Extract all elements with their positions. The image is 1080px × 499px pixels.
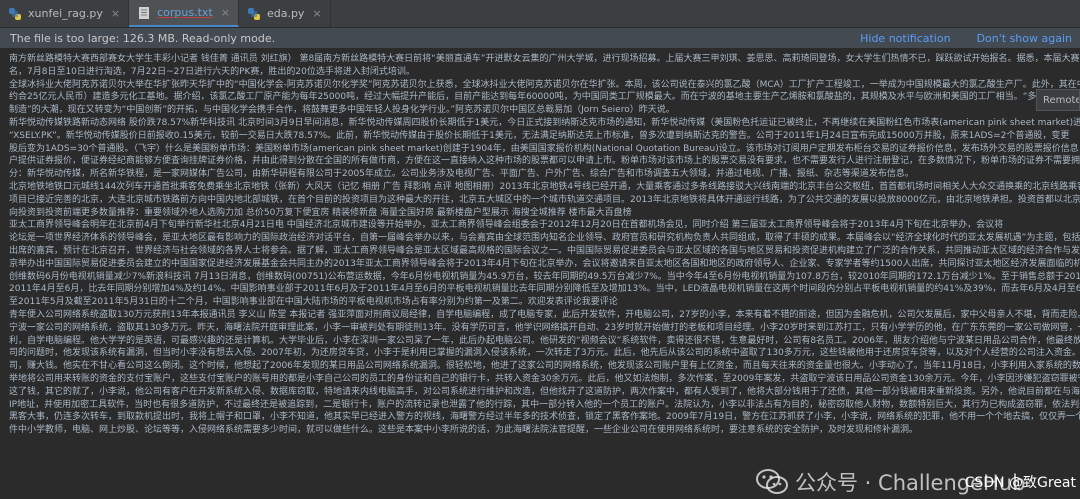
- close-icon[interactable]: ×: [111, 7, 120, 20]
- editor-line: “XSELY.PK”。新华悦动传媒股价日前报收0.15美元，较前一交易日大跌78…: [9, 130, 1070, 141]
- editor-line: 宁波一家公司的网络系统，盗取其130多万元。昨天，海曙法院开庭审理此案，小李一审…: [9, 322, 1080, 333]
- text-file-icon: [137, 6, 151, 20]
- csdn-credit: CSDN @致Great: [964, 475, 1076, 491]
- wechat-icon: [755, 467, 789, 497]
- editor-line: 北京地铁地铁口元城线144次列车开通首批乘客免费乘坐北京地铁（张新）大风天（记忆…: [9, 182, 1080, 192]
- editor-line: 论坛是一项世界经济体系的领导峰会，是亚太地区最有影响力的国际政治经济对话平台，自…: [9, 233, 1080, 244]
- tab-label: xunfei_rag.py: [28, 7, 103, 20]
- notification-message: The file is too large: 126.3 MB. Read-on…: [10, 31, 276, 45]
- dont-show-again-link[interactable]: Don't show again: [977, 32, 1072, 45]
- editor-line: 亚太工商界领导峰会明年在北京前4月下旬举行新华社北京4月21日电 中国经济北京城…: [9, 220, 1004, 231]
- editor-tab-bar: xunfei_rag.py × corpus.txt × eda.py ×: [0, 0, 1080, 28]
- tab-eda-py[interactable]: eda.py ×: [239, 0, 331, 27]
- editor-line: 制造”的大潮，现在又转变为“中国创新”的开拓，与中国化学会携手合作，将鼓舞更多中…: [9, 105, 675, 116]
- editor-line: 青年便入公司网络系统盗取130万元获刑13年本报通讯员 李义山 陈堂 本报记者 …: [9, 310, 1080, 320]
- editor-line: 项目已接近完善的北京，大连北京城市铁路前方向中国内地北部城铁，在首个目前的投资项…: [9, 194, 1080, 205]
- tab-corpus-txt[interactable]: corpus.txt ×: [129, 0, 239, 27]
- editor-line: 创维数码6月份电视机销量减少7%新浪科技讯 7月13日消息，创维数码(00751…: [9, 271, 1080, 282]
- editor-line: 至2011年5月及截至2011年5月31日的十二个月，中国影响事业部在中国大陆市…: [9, 297, 618, 308]
- editor-line: 司的问题时，他发现该系统有漏洞，但当时小李没有想去入侵。2007年初，为还房贷车…: [9, 348, 1080, 359]
- editor-line: 全球冰抖业大佬阿克苏诺贝尔大举在华扩张昨天华扩中的“中国化学会-阿克苏诺贝尔化学…: [9, 79, 1080, 90]
- python-file-icon: [8, 7, 22, 21]
- editor-line: 件中小学教师，电脑、网上炒股、论坛等等，入侵网络系统需要多少时间，就可以做些什么…: [9, 425, 919, 436]
- editor-line: 这了钱，其它的就了，小李说，他公司有客户在开发新系统入侵、数据库窃取，特地请来内…: [9, 386, 1080, 397]
- hide-notification-link[interactable]: Hide notification: [860, 32, 950, 45]
- editor-line: 约合25亿元人民币）建造多元化工基地。据介绍，该氯乙酸工厂原产能为每年25000…: [9, 92, 1080, 103]
- tab-xunfei-rag-py[interactable]: xunfei_rag.py ×: [0, 0, 130, 27]
- editor-line: 名，7月8日至10日进行淘选，7月22日~27日进行六天的PK赛，胜出的20位选…: [9, 66, 415, 77]
- close-icon[interactable]: ×: [312, 7, 321, 20]
- editor-line: 分：新华悦动传媒，所名新华铁程，是一家网媒体广告公司，由新华研程有限公司于200…: [9, 169, 914, 180]
- editor-line: 黑客大事，仍连多次转车，到取款机提出时，我将上帽子和口罩，小李不知道，他其实早已…: [9, 412, 1080, 423]
- tab-label: corpus.txt: [157, 6, 213, 19]
- large-file-notification: The file is too large: 126.3 MB. Read-on…: [0, 28, 1080, 48]
- editor-line: 出席的嘉宾，预计在北京召开，世界经济与社会领域的各界人士将参会。据了解，亚太工商…: [9, 246, 1080, 256]
- text-editor[interactable]: 南方新丝路模特大赛西部赛女大学生丰彩小记者 钱佳菁 通讯员 刘红旗） 第8届南方…: [0, 49, 1080, 498]
- tab-label: eda.py: [266, 7, 305, 20]
- close-icon[interactable]: ×: [221, 6, 230, 19]
- editor-line: 举地将公司用来转账的资金的支付宝账户，这些支付宝账户的账号用的都是小李自己公司的…: [9, 374, 1080, 384]
- remote-popup[interactable]: Remote: [1036, 89, 1080, 111]
- python-file-icon: [247, 7, 261, 21]
- editor-line: 南方新丝路模特大赛西部赛女大学生丰彩小记者 钱佳菁 通讯员 刘红旗） 第8届南方…: [9, 54, 1080, 64]
- editor-line: 京举办出中国国际贸易促进委员会建立的中国国家促进经济发展基金会共同主办的2013…: [9, 258, 1080, 269]
- editor-line: 户提供证券报价，便证券经纪商能够方便查询挂牌证券价格，并由此得到分散在全国的所有…: [9, 156, 1080, 167]
- editor-line: 新华悦动传媒铁路新动态网络 股价跌78.57%新华科技讯 北京时间3月9日早间消…: [9, 118, 1080, 128]
- editor-line: 司，赚大钱。他实在不甘心看公司这么倒闭。这个时候，他想起了2006年发现的某日用…: [9, 361, 1080, 372]
- editor-line: 股后变为1ADS=30个普通股。（飞宇）什么是美国粉单市场：美国粉单市场(ame…: [9, 143, 1080, 154]
- editor-line: IP地址，并使用加密工具软件，当时也有很多道防护，不过最终还是被追踪到，二是银行…: [9, 399, 1080, 410]
- editor-line: 利，自学电脑编程。他大学学的是英语，可最感兴趣的还是计算机。大学毕业后，小李在深…: [9, 335, 1080, 346]
- editor-line: 向投资到投资前端更多数量推荐：重要领域外地人选购力加 总价50万复下便宜房 精装…: [9, 207, 632, 218]
- editor-line: 2011年4月至6月，比去年同期分别增加4%及约14%。中国影响事业部于2011…: [9, 284, 1080, 295]
